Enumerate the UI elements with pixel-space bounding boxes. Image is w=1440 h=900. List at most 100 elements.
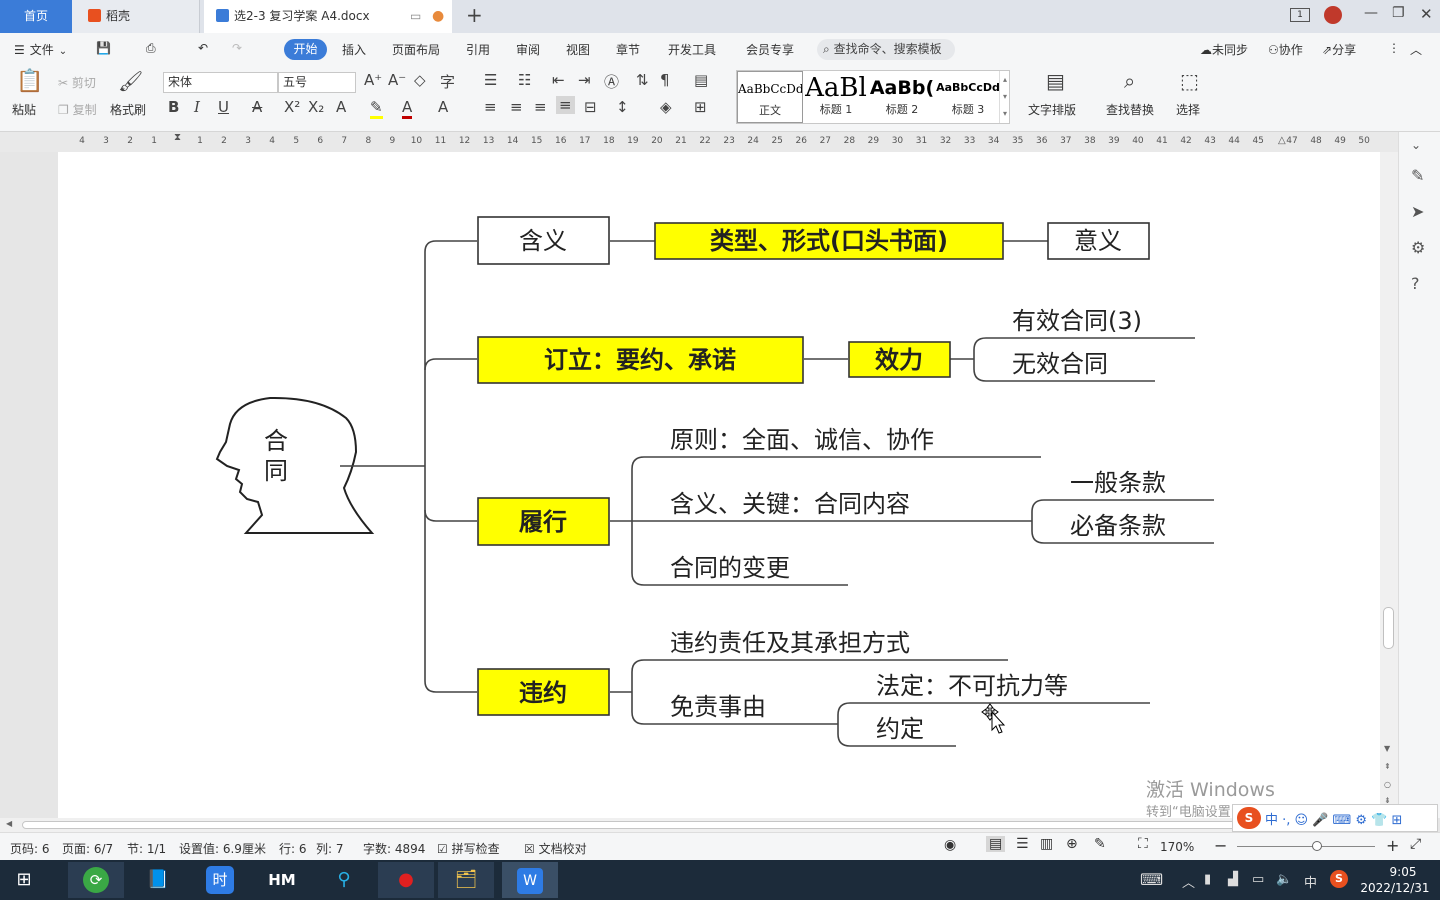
scroll-left-arrow-icon[interactable]: ◀ <box>6 819 12 828</box>
status-words[interactable]: 字数: 4894 <box>363 840 425 857</box>
reading-view-icon[interactable]: ▥ <box>1040 836 1053 852</box>
style-heading-2[interactable]: AaBb( 标题 2 <box>869 71 935 123</box>
underline-icon[interactable]: U <box>218 98 229 116</box>
redo-icon[interactable]: ↷ <box>232 41 242 55</box>
menu-review[interactable]: 审阅 <box>516 41 540 58</box>
menu-reference[interactable]: 引用 <box>466 41 490 58</box>
page-count-icon[interactable]: 1 <box>1290 8 1310 22</box>
style-heading-3[interactable]: AaBbCcDd 标题 3 <box>935 71 1001 123</box>
pinyin-icon[interactable]: 字 <box>440 71 455 92</box>
fit-page-icon[interactable]: ⛶ <box>1138 836 1148 852</box>
taskbar-app-browser[interactable]: ⟳ <box>68 862 124 898</box>
taskbar-app-explorer[interactable]: 🗂 <box>438 862 494 898</box>
decrease-indent-icon[interactable]: ⇤ <box>552 71 565 89</box>
find-replace-button[interactable]: 查找替换 <box>1106 101 1154 118</box>
select-button[interactable]: 选择 <box>1176 101 1200 118</box>
text-effect-icon[interactable]: A <box>336 98 346 116</box>
keyboard-icon[interactable]: ⌨ <box>1140 870 1163 889</box>
horizontal-ruler[interactable]: 4 3 2 1 1 2 3 4 5 6 7 8 9 10 11 12 13 14 15 16 17 18 19 20 21 22 2… <box>0 132 1440 152</box>
vertical-scroll-thumb[interactable] <box>1383 607 1394 649</box>
minimize-icon[interactable]: — <box>1364 5 1378 21</box>
bullet-list-icon[interactable]: ☰ <box>484 71 497 89</box>
save-icon[interactable]: 💾 <box>96 41 111 55</box>
tab-home[interactable]: 首页 <box>0 0 72 33</box>
close-icon[interactable]: ✕ <box>1420 5 1433 23</box>
pen-icon[interactable]: ✎ <box>1411 166 1424 185</box>
ime-mode-icon[interactable]: 中 ·, ☺ 🎤 ⌨ ⚙ 👕 ⊞ <box>1265 809 1402 828</box>
unsaved-dot-icon[interactable]: ● <box>432 0 444 33</box>
sidebar-collapse-icon[interactable]: ⌄ <box>1411 138 1421 152</box>
menu-view[interactable]: 视图 <box>566 41 590 58</box>
indent-marker-icon[interactable]: ⧗ <box>174 132 181 143</box>
zoom-slider[interactable] <box>1237 841 1375 851</box>
monitor-icon[interactable]: ▭ <box>410 0 421 33</box>
highlight-icon[interactable]: ✎ <box>370 98 383 119</box>
tab-daoke[interactable]: 稻壳 <box>72 0 200 33</box>
sort-icon[interactable]: ⇅ <box>636 71 649 89</box>
spellcheck-button[interactable]: ☑ 拼写检查 <box>437 840 500 857</box>
menu-dev-tools[interactable]: 开发工具 <box>668 41 716 58</box>
ime-toolbar[interactable]: S 中 ·, ☺ 🎤 ⌨ ⚙ 👕 ⊞ <box>1232 804 1438 832</box>
status-page[interactable]: 页面: 6/7 <box>62 840 113 857</box>
text-layout-icon[interactable]: ▤ <box>1046 69 1065 93</box>
outline-view-icon[interactable]: ☰ <box>1016 836 1029 852</box>
eye-protection-icon[interactable]: ◉ <box>944 837 956 853</box>
zoom-slider-knob[interactable] <box>1312 841 1322 851</box>
zoom-out-button[interactable]: − <box>1214 836 1227 855</box>
status-setting[interactable]: 设置值: 6.9厘米 <box>179 840 266 857</box>
help-icon[interactable]: ? <box>1411 274 1420 293</box>
settings-sliders-icon[interactable]: ⚙ <box>1411 238 1425 257</box>
taskbar-app-hm[interactable]: HM <box>254 862 310 898</box>
bold-icon[interactable]: B <box>168 98 179 116</box>
status-row[interactable]: 行: 6 <box>279 840 307 857</box>
show-marks-icon[interactable]: ¶ <box>660 71 670 89</box>
sogou-tray-icon[interactable]: S <box>1330 870 1348 888</box>
page-view-icon[interactable]: ▤ <box>986 836 1006 852</box>
cut-button[interactable]: ✂ 剪切 <box>58 74 96 91</box>
menu-member[interactable]: 会员专享 <box>746 41 794 58</box>
doc-check-button[interactable]: ☒ 文档校对 <box>524 840 587 857</box>
style-gallery-scroll[interactable]: ▴ ▾ ▾ <box>999 71 1010 123</box>
numbered-list-icon[interactable]: ☷ <box>518 71 531 89</box>
undo-icon[interactable]: ↶ <box>198 41 208 55</box>
right-indent-marker-icon[interactable]: △ <box>1278 135 1286 146</box>
fullscreen-icon[interactable]: ⤢ <box>1410 836 1421 852</box>
status-col[interactable]: 列: 7 <box>316 840 344 857</box>
taskbar-app-time[interactable]: 时 <box>192 862 248 898</box>
select-browse-icon[interactable]: ○ <box>1384 780 1391 789</box>
strikethrough-icon[interactable]: A <box>252 98 262 116</box>
restore-icon[interactable]: ❐ <box>1392 5 1405 21</box>
menu-insert[interactable]: 插入 <box>342 41 366 58</box>
char-border-icon[interactable]: A <box>438 98 448 116</box>
sync-button[interactable]: ☁未同步 <box>1200 41 1248 58</box>
table-tool-icon[interactable]: ▤ <box>694 71 708 89</box>
windows-start-icon[interactable]: ⊞ <box>0 862 48 898</box>
find-replace-icon[interactable]: ⌕ <box>1124 69 1135 93</box>
clock-time[interactable]: 9:05 <box>1378 865 1428 879</box>
align-left-icon[interactable]: ≡ <box>484 98 497 116</box>
avatar[interactable] <box>1324 6 1342 24</box>
print-icon[interactable]: ⎙ <box>146 41 156 56</box>
horizontal-scroll-thumb[interactable] <box>22 821 1386 829</box>
align-center-icon[interactable]: ≡ <box>510 98 523 116</box>
font-grow-icon[interactable]: A⁺ <box>364 71 382 89</box>
font-shrink-icon[interactable]: A⁻ <box>388 71 406 89</box>
line-spacing-icon[interactable]: ↕ <box>616 98 629 116</box>
tray-device-icon[interactable]: ▮ <box>1204 872 1211 887</box>
tray-expand-icon[interactable]: ︿ <box>1182 872 1195 891</box>
copy-button[interactable]: ❐ 复制 <box>58 101 97 118</box>
taskbar-app-wps[interactable]: W <box>502 862 558 898</box>
distribute-icon[interactable]: ⊟ <box>584 98 597 116</box>
select-icon[interactable]: ⬚ <box>1180 69 1199 93</box>
write-view-icon[interactable]: ✎ <box>1094 836 1106 852</box>
volume-icon[interactable]: 🔈 <box>1276 872 1292 887</box>
battery-icon[interactable]: ▭ <box>1252 872 1264 887</box>
format-painter-button[interactable]: 格式刷 <box>110 101 146 118</box>
clock-date[interactable]: 2022/12/31 <box>1356 881 1434 895</box>
zoom-level[interactable]: 170% <box>1160 840 1194 854</box>
clear-format-icon[interactable]: ◇ <box>414 71 426 89</box>
taskbar-app-recorder[interactable]: ● <box>378 862 434 898</box>
align-right-icon[interactable]: ≡ <box>534 98 547 116</box>
shading-icon[interactable]: ◈ <box>660 98 672 116</box>
status-section[interactable]: 节: 1/1 <box>127 840 166 857</box>
